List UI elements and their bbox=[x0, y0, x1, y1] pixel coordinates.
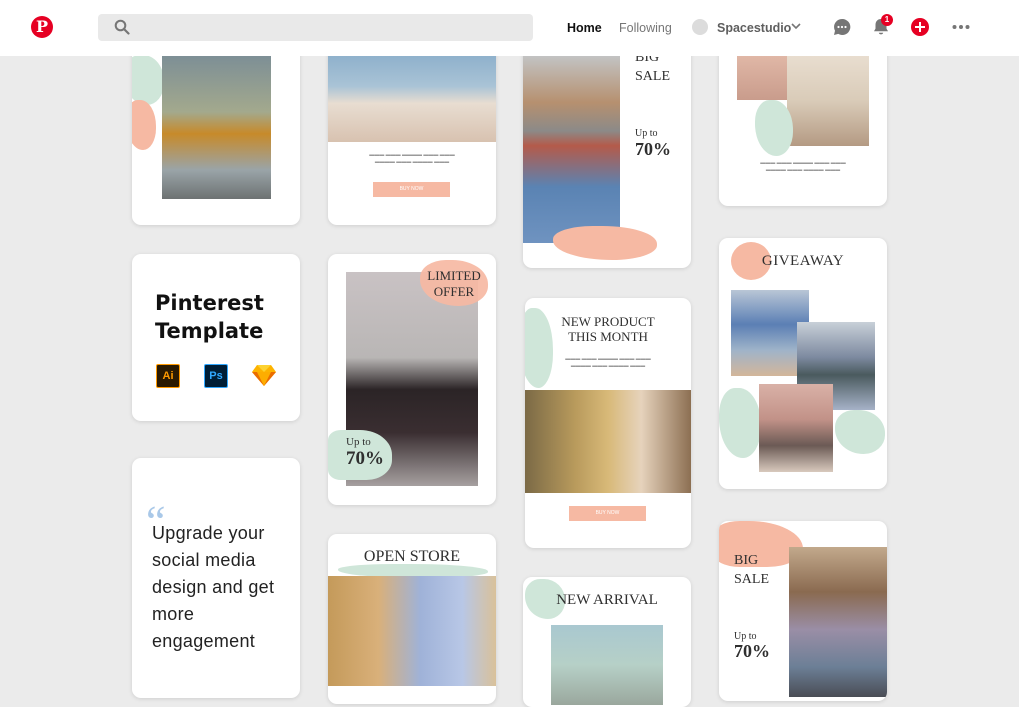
photo-woman-coat bbox=[789, 547, 887, 697]
upto-label: Up to bbox=[635, 128, 658, 139]
photo-woman-fur-bag bbox=[523, 56, 620, 243]
search-input[interactable] bbox=[98, 14, 533, 41]
sale-title: BIG SALE bbox=[734, 551, 769, 589]
chat-icon[interactable] bbox=[832, 17, 852, 37]
illustrator-icon: Ai bbox=[156, 364, 180, 388]
quote-text: Upgrade your social media design and get… bbox=[152, 523, 275, 651]
photo-trench-coat bbox=[787, 56, 869, 146]
pin-card-new-arrival[interactable]: NEW ARRIVAL bbox=[523, 577, 691, 707]
pin-card-giveaway[interactable]: GIVEAWAY bbox=[719, 238, 887, 489]
pin-card-big-sale[interactable]: BIG SALE Up to 70% bbox=[523, 30, 691, 268]
promo-fine-print: ▬▬▬ ▬▬▬ ▬▬▬▬ ▬▬▬ ▬▬▬ ▬▬▬▬ ▬▬▬ ▬▬▬▬ ▬▬▬ bbox=[760, 160, 846, 173]
buy-now-button[interactable]: BUY NOW bbox=[569, 506, 646, 521]
nav-home-link[interactable]: Home bbox=[567, 21, 602, 35]
pin-card-big-sale-2[interactable]: BIG SALE Up to 70% bbox=[719, 521, 887, 701]
mint-brush-stroke bbox=[755, 100, 793, 156]
sale-line2: SALE bbox=[734, 572, 769, 587]
limited-offer-title: LIMITED OFFER bbox=[420, 268, 488, 300]
mint-brush-stroke bbox=[835, 410, 885, 454]
sketch-icon bbox=[252, 365, 276, 386]
pin-card-trench-coat[interactable]: ▬▬▬ ▬▬▬ ▬▬▬▬ ▬▬▬ ▬▬▬ ▬▬▬▬ ▬▬▬ ▬▬▬▬ ▬▬▬ bbox=[719, 30, 887, 206]
photoshop-icon: Ps bbox=[204, 364, 228, 388]
promo-fine-print: ▬▬▬ ▬▬▬ ▬▬▬▬ ▬▬▬ ▬▬▬ ▬▬▬▬ ▬▬▬ ▬▬▬▬ ▬▬▬ bbox=[369, 152, 455, 165]
new-arrival-title: NEW ARRIVAL bbox=[556, 592, 658, 608]
pink-brush-stroke bbox=[132, 100, 156, 150]
new-product-line2: THIS MONTH bbox=[568, 329, 648, 344]
template-title: Pinterest Template bbox=[155, 289, 264, 345]
add-icon[interactable] bbox=[910, 17, 930, 37]
pin-card-new-product[interactable]: NEW PRODUCT THIS MONTH ▬▬▬ ▬▬▬ ▬▬▬▬ ▬▬▬ … bbox=[525, 298, 691, 548]
photo-pink-top bbox=[737, 56, 787, 100]
notification-badge: 1 bbox=[881, 14, 893, 26]
giveaway-title: GIVEAWAY bbox=[761, 253, 845, 269]
new-product-title: NEW PRODUCT THIS MONTH bbox=[525, 314, 691, 344]
photo-blue-shirt bbox=[328, 576, 496, 686]
profile-name: Spacestudio bbox=[717, 21, 792, 35]
more-icon[interactable] bbox=[951, 17, 971, 37]
avatar bbox=[692, 19, 708, 35]
limited-line2: OFFER bbox=[433, 284, 475, 299]
pinterest-logo-icon[interactable]: P bbox=[31, 16, 53, 38]
discount-percent: 70% bbox=[346, 448, 384, 469]
pin-card-floral-dress[interactable]: ▬▬▬ ▬▬▬ ▬▬▬▬ ▬▬▬ ▬▬▬ ▬▬▬▬ ▬▬▬ ▬▬▬▬ ▬▬▬ BU… bbox=[328, 30, 496, 225]
sale-line2: SALE bbox=[635, 69, 670, 84]
promo-fine-print: ▬▬▬ ▬▬▬ ▬▬▬▬ ▬▬▬ ▬▬▬ ▬▬▬▬ ▬▬▬ ▬▬▬▬ ▬▬▬ bbox=[565, 356, 651, 369]
upto-label: Up to bbox=[346, 436, 371, 448]
photo-pink-skirt bbox=[759, 384, 833, 472]
discount-percent: 70% bbox=[635, 139, 671, 159]
mint-brush-stroke bbox=[719, 388, 761, 458]
photo-straw-hat bbox=[525, 390, 691, 493]
new-product-line1: NEW PRODUCT bbox=[561, 314, 655, 329]
nav-following-link[interactable]: Following bbox=[619, 21, 672, 35]
search-icon bbox=[114, 19, 130, 35]
pin-card-quote[interactable]: “ Upgrade your social media design and g… bbox=[132, 458, 300, 698]
pin-card-template[interactable]: Pinterest Template Ai Ps bbox=[132, 254, 300, 421]
sale-line1: BIG bbox=[734, 553, 759, 568]
template-title-line1: Pinterest bbox=[155, 291, 264, 315]
discount-percent: 70% bbox=[734, 641, 770, 661]
photo-woman-yellow-sweater bbox=[162, 54, 271, 199]
photo-new-arrival bbox=[551, 625, 663, 705]
photo-floral-dress-beach bbox=[328, 56, 496, 142]
buy-now-button[interactable]: BUY NOW bbox=[373, 182, 450, 197]
chevron-down-icon bbox=[791, 23, 801, 30]
pink-brush-stroke bbox=[553, 226, 657, 260]
limited-line1: LIMITED bbox=[427, 268, 481, 283]
pin-card-limited-offer[interactable]: LIMITED OFFER Up to 70% bbox=[328, 254, 496, 505]
pin-card-yellow-sweater[interactable] bbox=[132, 30, 300, 225]
template-title-line2: Template bbox=[155, 319, 264, 343]
mint-brush-stroke bbox=[132, 55, 164, 105]
top-nav-bar: P Home Following Spacestudio 1 bbox=[0, 0, 1019, 56]
